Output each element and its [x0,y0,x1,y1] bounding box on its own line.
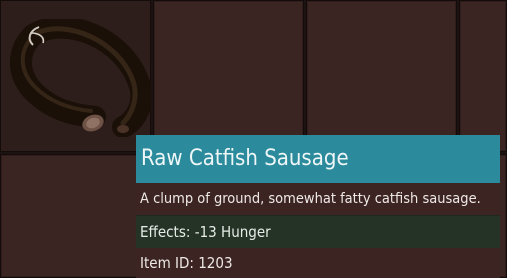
item-id: Item ID: 1203 [136,248,500,278]
effects-label: Effects: [140,223,191,241]
item-name: Raw Catfish Sausage [136,135,500,183]
inventory-slot-4[interactable] [459,0,507,152]
inventory-slot-3[interactable] [306,0,457,152]
inventory-grid: Raw Catfish Sausage A clump of ground, s… [0,0,507,278]
inventory-slot-2[interactable] [153,0,304,152]
item-id-value: 1203 [198,254,233,272]
item-description: A clump of ground, somewhat fatty catfis… [136,183,500,215]
inventory-slot-5[interactable] [0,154,151,278]
item-id-label: Item ID: [140,254,194,272]
effects-value: -13 Hunger [194,223,271,241]
sausage-icon [9,19,151,137]
item-tooltip: Raw Catfish Sausage A clump of ground, s… [136,135,500,278]
item-effects: Effects: -13 Hunger [136,215,500,248]
inventory-slot-1[interactable] [0,0,151,152]
